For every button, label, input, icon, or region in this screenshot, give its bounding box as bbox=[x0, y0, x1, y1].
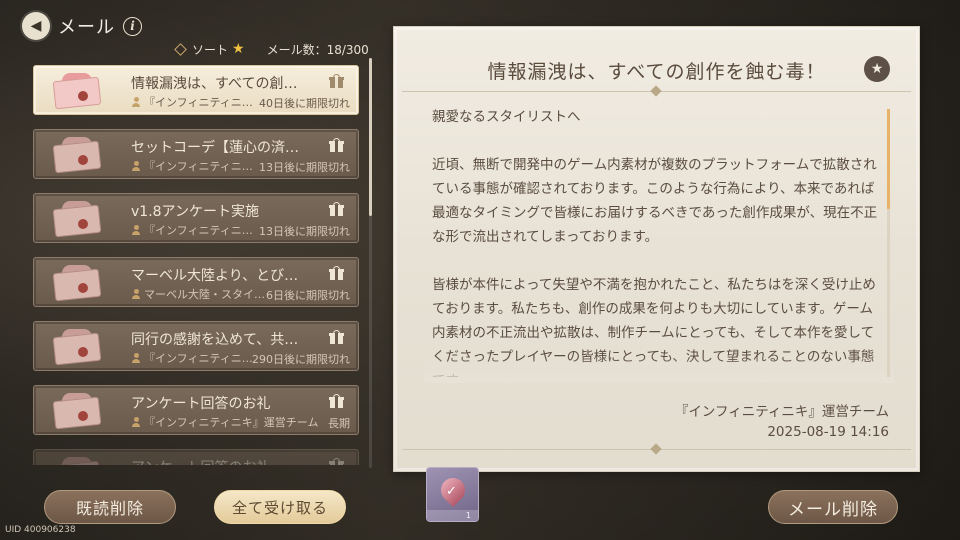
envelope-icon bbox=[48, 391, 106, 431]
mail-expiry: 長期 bbox=[328, 417, 350, 430]
sort-label[interactable]: ソート bbox=[192, 41, 228, 58]
sender-team: 『インフィニティニキ』運営チーム bbox=[674, 404, 889, 420]
mail-paragraph-1: 近頃、無断で開発中のゲーム内素材が複数のプラットフォームで拡散されている事態が確… bbox=[432, 157, 878, 245]
gift-icon bbox=[329, 138, 344, 152]
envelope-icon bbox=[48, 455, 106, 465]
person-icon bbox=[131, 289, 141, 299]
attachment-quantity: 1 bbox=[465, 511, 471, 520]
mail-list-item[interactable]: 同行の感謝を込めて、共… 『インフィニティニ… 290日後に期限切れ bbox=[33, 321, 359, 371]
mail-list-item[interactable]: v1.8アンケート実施『インフィニティニ… 13日後に期限切れ bbox=[33, 193, 359, 243]
mail-subject: 同行の感謝を込めて、共… bbox=[131, 332, 299, 348]
mail-sender-name: マーベル大陸・スタイ… bbox=[144, 288, 265, 301]
envelope-icon bbox=[48, 135, 106, 175]
gift-icon bbox=[329, 394, 344, 408]
back-arrow-icon[interactable]: ◀ bbox=[22, 12, 50, 40]
person-icon bbox=[131, 353, 141, 363]
mail-subject: 情報漏洩は、すべての創… bbox=[131, 76, 298, 92]
info-icon[interactable]: i bbox=[123, 16, 142, 36]
sort-bar: ソート ★ メール数：18/300 bbox=[174, 40, 369, 58]
person-icon bbox=[131, 417, 141, 427]
star-icon[interactable]: ★ bbox=[232, 41, 245, 57]
person-icon bbox=[131, 225, 141, 235]
mail-list-item[interactable]: セットコーデ【蓮心の済… 『インフィニティニ… 13日後に期限切れ bbox=[33, 129, 359, 179]
mail-count: メール数：18/300 bbox=[266, 42, 369, 57]
divider-top bbox=[402, 85, 911, 97]
body-fade bbox=[424, 357, 894, 383]
mail-expiry: 13日後に期限切れ bbox=[259, 225, 350, 238]
attachment-item[interactable]: ✓ 1 bbox=[426, 467, 479, 522]
person-icon bbox=[131, 97, 141, 107]
header: ◀ メール i bbox=[22, 12, 142, 40]
mail-expiry: 13日後に期限切れ bbox=[259, 161, 350, 174]
mail-signature: 『インフィニティニキ』運営チーム 2025-08-19 14:16 bbox=[675, 402, 889, 442]
mail-sender: 『インフィニティニキ』運営チーム bbox=[131, 414, 318, 430]
gift-icon bbox=[329, 74, 344, 88]
mail-sender-name: 『インフィニティニ… bbox=[144, 160, 253, 173]
mail-expiry: 290日後に期限切れ bbox=[252, 353, 350, 366]
gift-icon bbox=[329, 458, 344, 465]
delete-mail-button[interactable]: メール削除 bbox=[768, 490, 898, 524]
mail-subject: アンケート回答のお礼 bbox=[131, 396, 271, 412]
mail-sender: 『インフィニティニ… bbox=[131, 94, 253, 110]
mail-subject: セットコーデ【蓮心の済… bbox=[131, 140, 299, 156]
mail-subject: v1.8アンケート実施 bbox=[131, 204, 259, 220]
mail-sender: 『インフィニティニ… bbox=[131, 158, 253, 174]
mail-greeting: 親愛なるスタイリストへ bbox=[432, 109, 581, 125]
mail-title: 情報漏洩は、すべての創作を蝕む毒！ bbox=[487, 61, 826, 83]
person-icon bbox=[131, 161, 141, 171]
gift-icon bbox=[329, 202, 344, 216]
receive-all-button[interactable]: 全て受け取る bbox=[214, 490, 346, 524]
envelope-icon bbox=[48, 71, 106, 111]
envelope-icon bbox=[48, 327, 106, 367]
mail-sender: マーベル大陸・スタイ… bbox=[131, 286, 265, 302]
mail-list-item[interactable]: アンケート回答のお礼 bbox=[33, 449, 359, 465]
mail-expiry: 40日後に期限切れ bbox=[259, 97, 350, 110]
mail-list-item[interactable]: 情報漏洩は、すべての創… 『インフィニティニ… 40日後に期限切れ bbox=[33, 65, 359, 115]
diamond-icon bbox=[174, 42, 187, 56]
page-title: メール bbox=[58, 17, 115, 38]
mail-sender: 『インフィニティニ… bbox=[131, 350, 253, 366]
mail-detail-panel: 情報漏洩は、すべての創作を蝕む毒！ ★ 親愛なるスタイリストへ 近頃、無断で開発… bbox=[393, 26, 920, 472]
mail-body[interactable]: 親愛なるスタイリストへ 近頃、無断で開発中のゲーム内素材が複数のプラットフォーム… bbox=[432, 105, 882, 377]
mail-list-scrollbar[interactable] bbox=[369, 58, 372, 468]
mail-body-scrollbar[interactable] bbox=[887, 109, 890, 377]
gift-icon bbox=[329, 330, 344, 344]
mail-list-item[interactable]: アンケート回答のお礼『インフィニティニキ』運営チーム 長期 bbox=[33, 385, 359, 435]
gift-icon bbox=[329, 266, 344, 280]
mail-list[interactable]: 情報漏洩は、すべての創… 『インフィニティニ… 40日後に期限切れセットコーデ【蓮心… bbox=[33, 65, 359, 465]
envelope-icon bbox=[48, 263, 106, 303]
mail-subject: マーベル大陸より、とび… bbox=[131, 268, 299, 284]
envelope-icon bbox=[48, 199, 106, 239]
scrollbar-thumb[interactable] bbox=[887, 109, 890, 209]
mail-date: 2025-08-19 14:16 bbox=[767, 424, 889, 440]
mail-list-item[interactable]: マーベル大陸より、とび… マーベル大陸・スタイ… 6日後に期限切れ bbox=[33, 257, 359, 307]
divider-bottom bbox=[402, 443, 911, 455]
delete-read-button[interactable]: 既読削除 bbox=[44, 490, 176, 524]
mail-sender-name: 『インフィニティニ… bbox=[144, 96, 253, 109]
scrollbar-thumb[interactable] bbox=[369, 58, 372, 216]
favorite-star-icon[interactable]: ★ bbox=[864, 56, 890, 82]
mail-sender: 『インフィニティニ… bbox=[131, 222, 253, 238]
check-icon: ✓ bbox=[446, 484, 457, 499]
mail-sender-name: 『インフィニティニ… bbox=[144, 352, 253, 365]
mail-subject: アンケート回答のお礼 bbox=[131, 457, 270, 465]
uid-label: UID 400906238 bbox=[5, 525, 76, 535]
mail-expiry: 6日後に期限切れ bbox=[266, 289, 350, 302]
mail-sender-name: 『インフィニティニ… bbox=[144, 224, 253, 237]
mail-sender-name: 『インフィニティニキ』運営チーム bbox=[144, 416, 319, 429]
